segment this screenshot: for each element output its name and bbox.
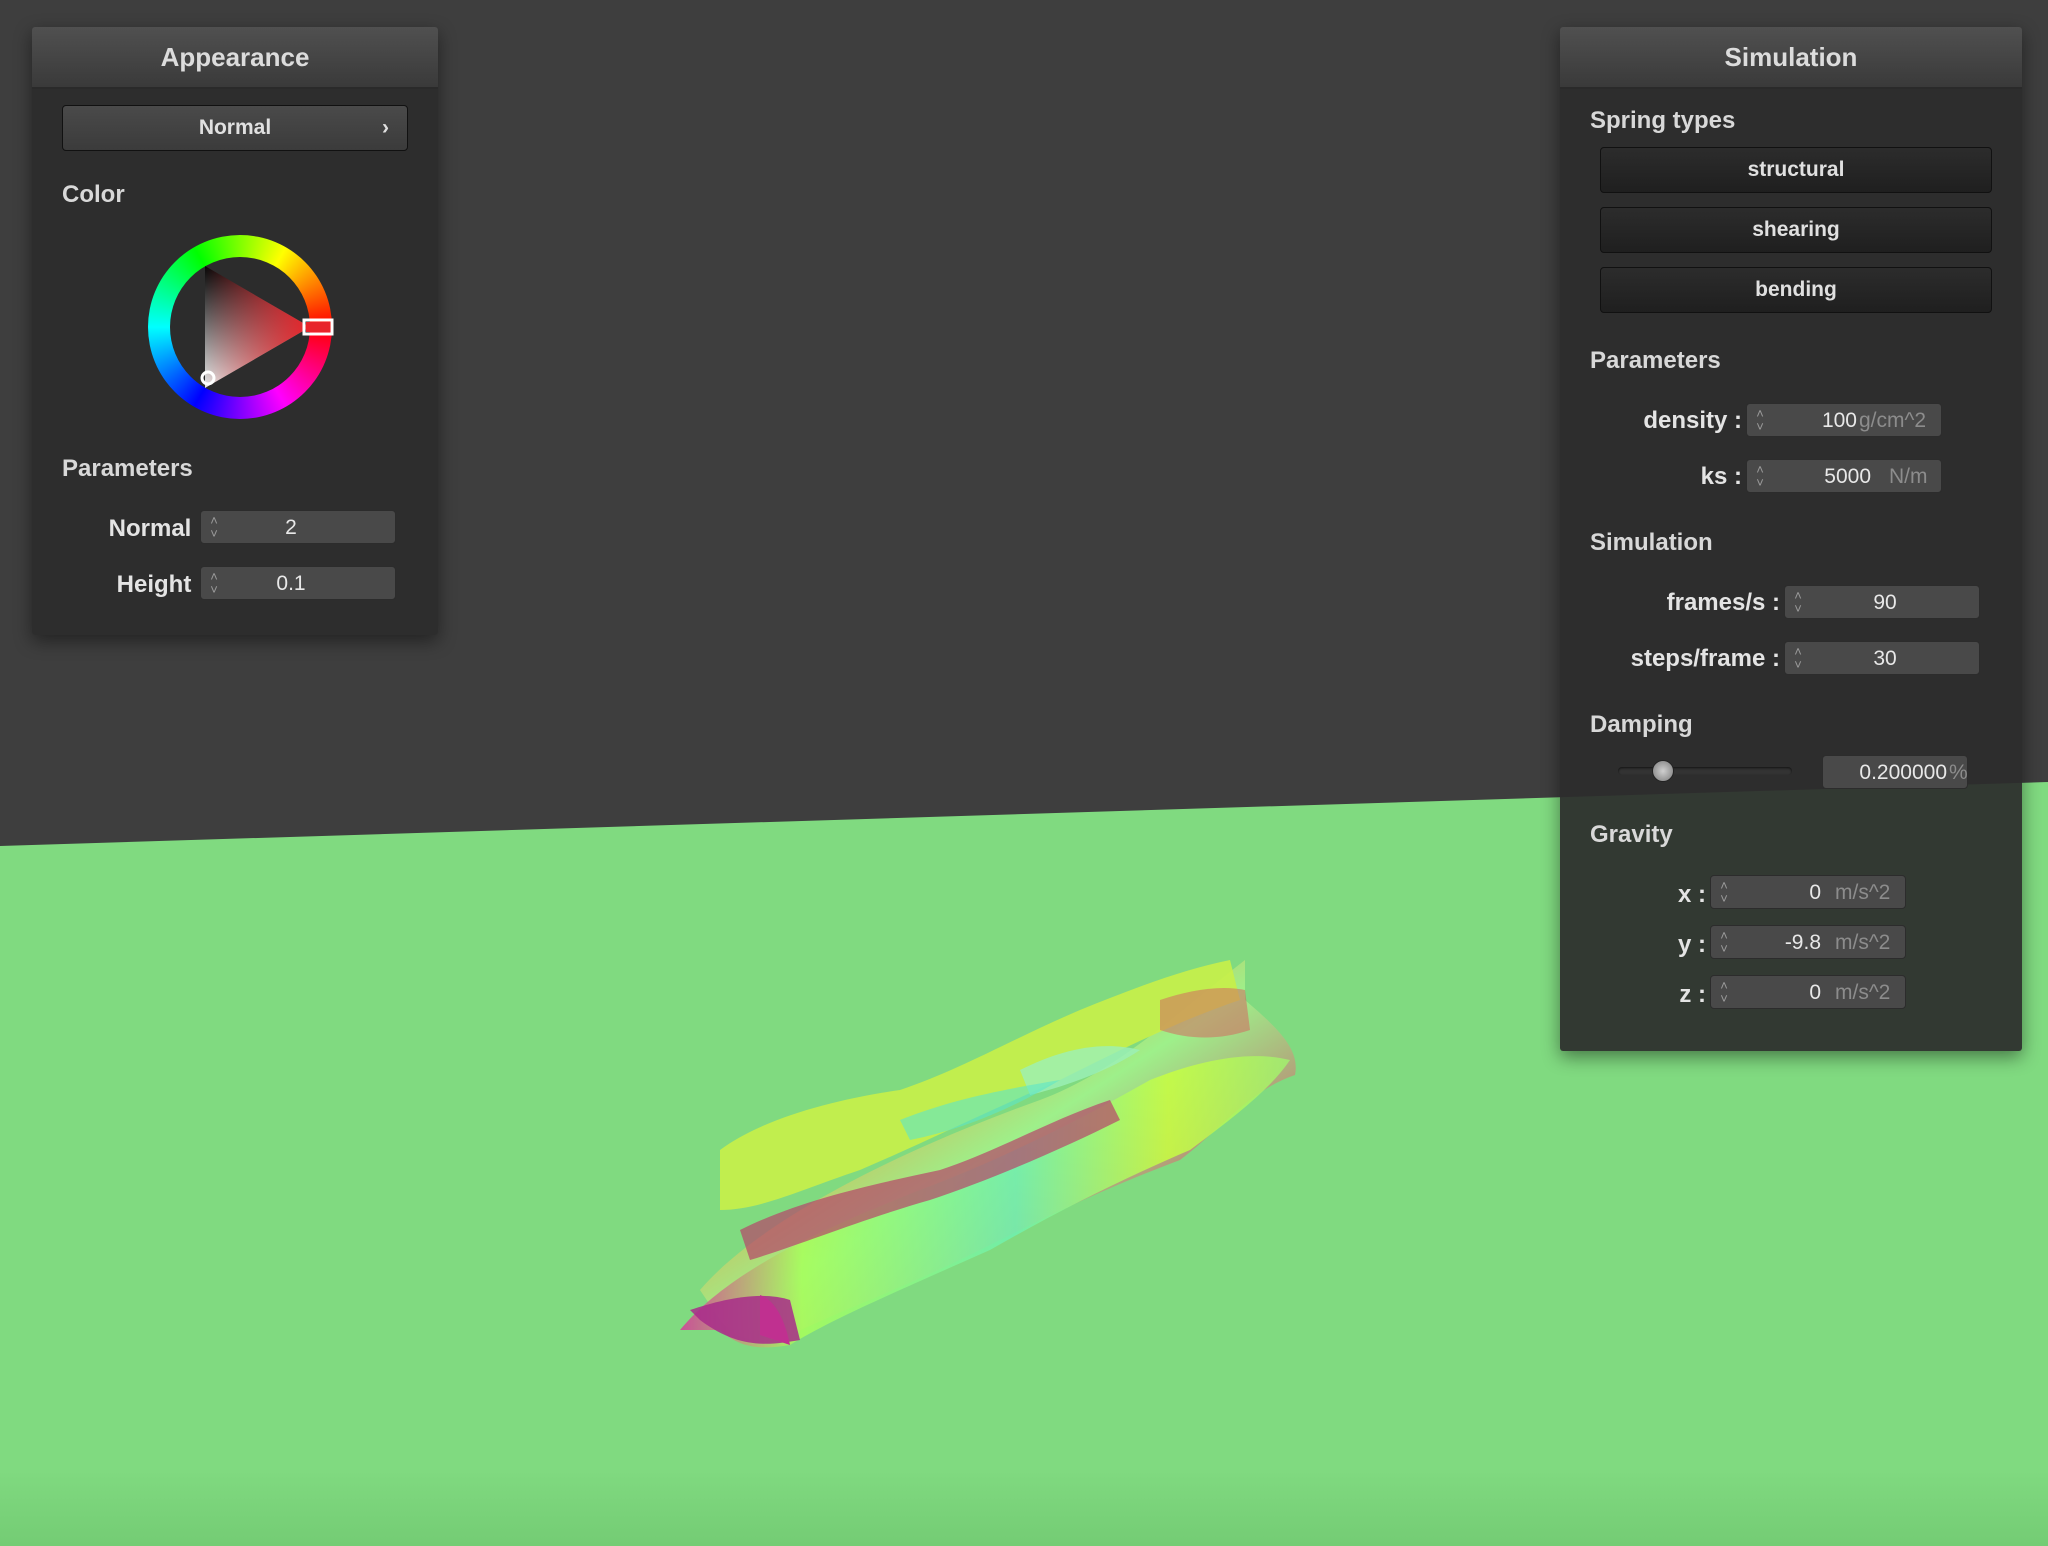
shading-mode-label: Normal <box>198 116 272 139</box>
height-value: 0.1 <box>276 572 306 595</box>
simulation-panel: Simulation Spring types structural shear… <box>1560 27 2022 1051</box>
up-down-arrows-icon[interactable]: ˄ ˅ <box>1717 879 1731 905</box>
chevron-right-icon: › <box>382 116 389 139</box>
damping-slider[interactable] <box>1618 760 1792 782</box>
fps-value: 90 <box>1873 591 1897 614</box>
up-down-arrows-icon[interactable]: ˄ ˅ <box>1791 589 1805 615</box>
gravity-z-label: z : <box>1679 981 1706 1008</box>
height-label: Height : <box>116 571 206 598</box>
gravity-x-input[interactable]: ˄ ˅ 0 m/s^2 <box>1710 875 1906 909</box>
fps-input[interactable]: ˄ ˅ 90 <box>1784 585 1980 619</box>
simulation-panel-title: Simulation <box>1560 27 2022 89</box>
up-down-arrows-icon[interactable]: ˄ ˅ <box>1717 979 1731 1005</box>
up-down-arrows-icon[interactable]: ˄ ˅ <box>1717 929 1731 955</box>
steps-value: 30 <box>1873 647 1897 670</box>
color-wheel[interactable] <box>146 233 334 421</box>
bending-toggle-button[interactable]: bending <box>1600 267 1992 313</box>
gravity-y-input[interactable]: ˄ ˅ -9.8 m/s^2 <box>1710 925 1906 959</box>
gravity-x-unit: m/s^2 <box>1835 881 1891 904</box>
gravity-y-unit: m/s^2 <box>1835 931 1891 954</box>
structural-toggle-button[interactable]: structural <box>1600 147 1992 193</box>
sim-simulation-title: Simulation <box>1590 529 1713 556</box>
gravity-z-value: 0 <box>1809 981 1821 1004</box>
density-input[interactable]: ˄ ˅ 100 g/cm^2 <box>1746 403 1942 437</box>
steps-input[interactable]: ˄ ˅ 30 <box>1784 641 1980 675</box>
density-unit: g/cm^2 <box>1859 409 1927 432</box>
ks-label: ks : <box>1700 463 1742 490</box>
up-down-arrows-icon[interactable]: ˄ ˅ <box>1753 407 1767 433</box>
damping-unit: % <box>1949 761 1968 784</box>
ks-value: 5000 <box>1824 465 1871 488</box>
appearance-panel-title: Appearance <box>32 27 438 89</box>
spring-types-title: Spring types <box>1590 107 1736 134</box>
gravity-x-value: 0 <box>1809 881 1821 904</box>
normal-label: Normal : <box>108 515 206 542</box>
damping-slider-track <box>1618 767 1792 775</box>
normal-input[interactable]: ˄ ˅ 2 <box>200 510 396 544</box>
damping-input[interactable]: 0.200000 % <box>1822 755 1968 789</box>
gravity-x-label: x : <box>1677 881 1706 908</box>
up-down-arrows-icon[interactable]: ˄ ˅ <box>1791 645 1805 671</box>
color-section-title: Color <box>62 181 125 208</box>
ks-unit: N/m <box>1889 465 1928 488</box>
appearance-panel: Appearance Normal › Color Parameters Nor… <box>32 27 438 635</box>
density-label: density : <box>1643 407 1742 434</box>
appearance-parameters-title: Parameters <box>62 455 193 482</box>
gravity-y-value: -9.8 <box>1784 931 1821 954</box>
damping-slider-handle[interactable] <box>1652 760 1674 782</box>
normal-value: 2 <box>285 516 297 539</box>
shading-mode-button[interactable]: Normal › <box>62 105 408 151</box>
gravity-y-label: y : <box>1677 931 1706 958</box>
up-down-arrows-icon[interactable]: ˄ ˅ <box>207 570 221 596</box>
up-down-arrows-icon[interactable]: ˄ ˅ <box>207 514 221 540</box>
height-input[interactable]: ˄ ˅ 0.1 <box>200 566 396 600</box>
density-value: 100 <box>1821 409 1857 432</box>
shearing-toggle-button[interactable]: shearing <box>1600 207 1992 253</box>
sim-parameters-title: Parameters <box>1590 347 1721 374</box>
up-down-arrows-icon[interactable]: ˄ ˅ <box>1753 463 1767 489</box>
damping-title: Damping <box>1590 711 1693 738</box>
gravity-title: Gravity <box>1590 821 1673 848</box>
fps-label: frames/s : <box>1666 589 1780 616</box>
damping-value: 0.200000 <box>1859 761 1947 784</box>
ks-input[interactable]: ˄ ˅ 5000 N/m <box>1746 459 1942 493</box>
gravity-z-unit: m/s^2 <box>1835 981 1891 1004</box>
steps-label: steps/frame : <box>1630 645 1780 672</box>
gravity-z-input[interactable]: ˄ ˅ 0 m/s^2 <box>1710 975 1906 1009</box>
